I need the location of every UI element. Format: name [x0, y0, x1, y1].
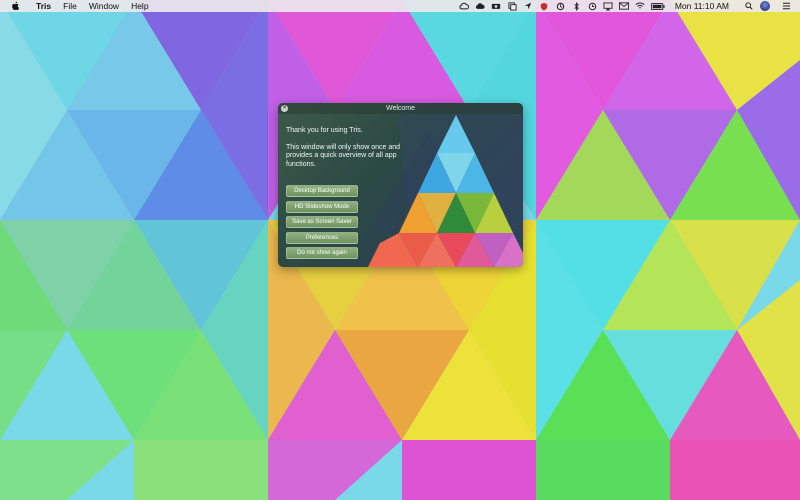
menu-app-name[interactable]: Tris — [36, 0, 51, 12]
window-title: Welcome — [385, 105, 416, 112]
bluetooth-icon[interactable] — [571, 1, 582, 11]
status-area: Mon 11:10 AM — [454, 0, 800, 12]
welcome-window: Welcome ✕ Thank you for using Tris. This… — [278, 103, 523, 267]
location-arrow-icon[interactable] — [523, 1, 534, 11]
upload-cloud-icon[interactable] — [475, 1, 486, 11]
mail-icon[interactable] — [619, 1, 630, 11]
preferences-button[interactable]: Preferences — [286, 232, 358, 244]
menu-file[interactable]: File — [63, 0, 77, 12]
desktop-background-button[interactable]: Desktop Background — [286, 185, 358, 197]
spotlight-search-icon[interactable] — [743, 1, 754, 11]
airplay-icon[interactable] — [603, 1, 614, 11]
shield-icon[interactable] — [539, 1, 550, 11]
intro-line-1: Thank you for using Tris. — [286, 127, 363, 134]
menu-help[interactable]: Help — [131, 0, 148, 12]
welcome-intro: Thank you for using Tris. This window wi… — [286, 127, 406, 177]
camera-icon[interactable] — [491, 1, 502, 11]
notification-list-icon[interactable] — [781, 1, 792, 11]
menu-clock[interactable]: Mon 11:10 AM — [675, 1, 729, 11]
user-avatar-icon[interactable] — [760, 1, 770, 11]
copy-icon[interactable] — [507, 1, 518, 11]
sync-icon[interactable] — [555, 1, 566, 11]
save-screen-saver-button[interactable]: Save as Screen Saver — [286, 216, 358, 228]
intro-line-2: This window will only show once and prov… — [286, 143, 400, 168]
menu-window[interactable]: Window — [89, 0, 119, 12]
creative-cloud-icon[interactable] — [459, 1, 470, 11]
wifi-icon[interactable] — [635, 1, 646, 11]
timemachine-icon[interactable] — [587, 1, 598, 11]
do-not-show-again-button[interactable]: Do not show again — [286, 247, 358, 259]
menu-bar: Tris File Window Help Mon 11:10 AM — [0, 0, 800, 12]
window-titlebar: Welcome — [278, 103, 523, 114]
apple-icon[interactable] — [8, 1, 22, 11]
battery-icon[interactable] — [650, 1, 665, 11]
close-icon[interactable]: ✕ — [281, 105, 288, 112]
hd-slideshow-button[interactable]: HD Slideshow Mode — [286, 201, 358, 213]
